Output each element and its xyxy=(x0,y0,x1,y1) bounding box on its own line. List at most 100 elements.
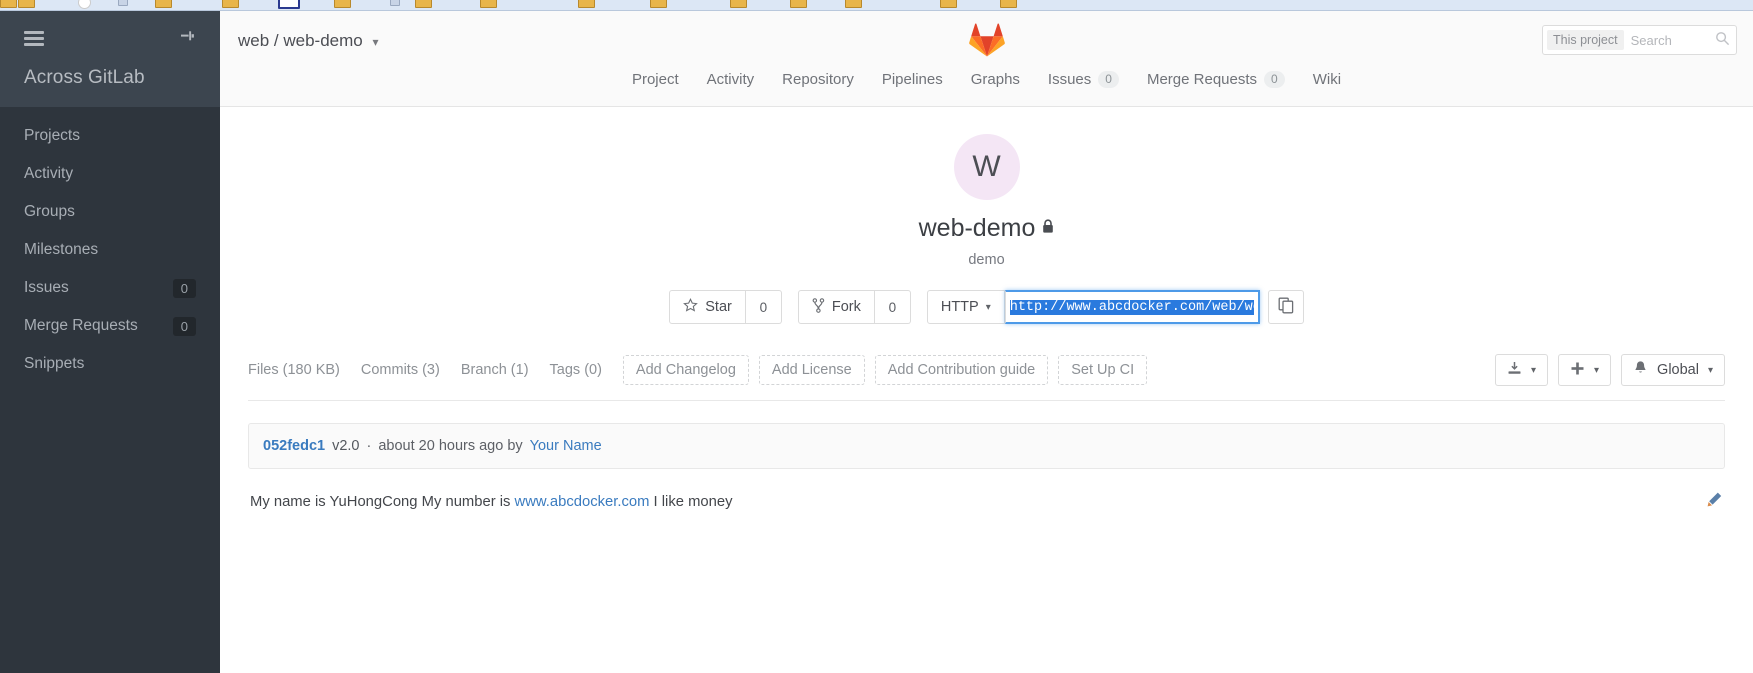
hamburger-icon[interactable] xyxy=(24,31,44,46)
toolbar-right-actions: ▾ ▾ Global ▾ xyxy=(1494,354,1725,386)
search-input[interactable] xyxy=(1623,31,1715,49)
bookmark-folder-icon[interactable] xyxy=(940,0,957,8)
bookmark-folder-icon[interactable] xyxy=(18,0,35,8)
main-content: web / web-demo ▾ Project Activity Reposi… xyxy=(220,11,1753,673)
add-changelog-button[interactable]: Add Changelog xyxy=(622,355,749,385)
bookmark-folder-icon[interactable] xyxy=(650,0,667,8)
sidebar-item-milestones[interactable]: Milestones xyxy=(0,231,220,269)
tab-label: Pipelines xyxy=(881,71,943,89)
search-scope-badge[interactable]: This project xyxy=(1547,30,1624,50)
chevron-down-icon: ▾ xyxy=(372,35,379,49)
chevron-down-icon: ▾ xyxy=(1530,364,1537,376)
bookmark-tab-icon[interactable] xyxy=(118,0,128,6)
fork-count: 0 xyxy=(874,290,911,324)
stat-commits[interactable]: Commits (3) xyxy=(361,362,453,378)
bookmark-folder-icon[interactable] xyxy=(1000,0,1017,8)
bookmark-folder-icon[interactable] xyxy=(578,0,595,8)
add-dropdown[interactable]: ▾ xyxy=(1558,354,1612,386)
pencil-icon[interactable] xyxy=(1694,491,1723,513)
notification-dropdown[interactable]: Global ▾ xyxy=(1621,354,1725,386)
commit-message: v2.0 xyxy=(332,438,360,454)
bookmark-folder-icon[interactable] xyxy=(730,0,747,8)
clone-protocol-label: HTTP xyxy=(940,299,979,315)
bookmark-folder-icon[interactable] xyxy=(334,0,351,8)
add-license-button[interactable]: Add License xyxy=(758,355,865,385)
tab-merge-requests[interactable]: Merge Requests 0 xyxy=(1133,71,1299,89)
bookmark-folder-icon[interactable] xyxy=(845,0,862,8)
gitlab-logo-icon[interactable] xyxy=(967,20,1007,58)
project-avatar: W xyxy=(953,134,1020,200)
tab-issues[interactable]: Issues 0 xyxy=(1034,71,1133,89)
chevron-down-icon: ▾ xyxy=(1707,364,1713,376)
project-name: web-demo xyxy=(918,214,1036,242)
readme-text-before: My name is YuHongCong My number is xyxy=(250,494,515,510)
sidebar-item-label: Projects xyxy=(24,127,80,144)
fork-label: Fork xyxy=(831,299,861,315)
tab-label: Merge Requests xyxy=(1146,71,1258,89)
bookmark-folder-icon[interactable] xyxy=(480,0,497,8)
bookmark-circle-icon[interactable] xyxy=(78,0,91,9)
bookmark-folder-icon[interactable] xyxy=(790,0,807,8)
tab-repository[interactable]: Repository xyxy=(768,71,868,88)
stat-branches[interactable]: Branch (1) xyxy=(461,362,542,378)
project-nav-tabs: Project Activity Repository Pipelines Gr… xyxy=(220,71,1753,89)
sidebar-title: Across GitLab xyxy=(24,67,145,88)
star-button[interactable]: Star xyxy=(669,290,746,324)
fork-button[interactable]: Fork xyxy=(797,290,875,324)
sidebar-item-issues[interactable]: Issues 0 xyxy=(0,269,220,307)
readme-text: My name is YuHongCong My number is www.a… xyxy=(250,491,1694,514)
breadcrumb[interactable]: web / web-demo ▾ xyxy=(238,31,379,51)
clone-url-input[interactable] xyxy=(1004,290,1260,324)
bookmark-folder-icon[interactable] xyxy=(0,0,17,8)
copy-url-button[interactable] xyxy=(1267,290,1304,324)
sidebar-item-label: Milestones xyxy=(24,241,99,258)
bookmark-folder-icon[interactable] xyxy=(155,0,172,8)
plus-icon xyxy=(1570,361,1585,380)
tab-activity[interactable]: Activity xyxy=(693,71,769,88)
search-icon[interactable] xyxy=(1715,31,1730,50)
add-contribution-guide-button[interactable]: Add Contribution guide xyxy=(874,355,1049,385)
star-label: Star xyxy=(705,299,732,315)
pin-icon[interactable] xyxy=(178,28,196,49)
bell-icon xyxy=(1633,360,1648,380)
bookmark-folder-icon[interactable] xyxy=(415,0,432,8)
tab-graphs[interactable]: Graphs xyxy=(957,71,1034,88)
copy-icon xyxy=(1278,297,1294,318)
commit-author-link[interactable]: Your Name xyxy=(530,438,602,454)
sidebar-top-row xyxy=(0,11,220,49)
sidebar-item-label: Activity xyxy=(24,165,74,182)
tab-label: Repository xyxy=(782,71,854,89)
avatar-initial: W xyxy=(972,150,1001,183)
set-up-ci-button[interactable]: Set Up CI xyxy=(1058,355,1148,385)
readme-link[interactable]: www.abcdocker.com xyxy=(515,494,650,510)
sidebar-item-projects[interactable]: Projects xyxy=(0,117,220,155)
tab-badge: 0 xyxy=(1098,71,1119,89)
tab-label: Issues xyxy=(1047,71,1092,89)
sidebar-item-label: Merge Requests xyxy=(24,317,138,334)
clone-protocol-dropdown[interactable]: HTTP ▾ xyxy=(926,290,1005,324)
clone-group: HTTP ▾ xyxy=(926,290,1304,324)
tab-project[interactable]: Project xyxy=(618,71,693,88)
bookmark-folder-icon[interactable] xyxy=(222,0,239,8)
commit-sha-link[interactable]: 052fedc1 xyxy=(263,438,325,454)
tab-label: Activity xyxy=(706,71,755,89)
star-count: 0 xyxy=(745,290,782,324)
sidebar-item-label: Snippets xyxy=(24,355,85,372)
tab-label: Project xyxy=(631,71,679,89)
sidebar-item-activity[interactable]: Activity xyxy=(0,155,220,193)
sidebar-item-merge-requests[interactable]: Merge Requests 0 xyxy=(0,307,220,345)
stat-tags[interactable]: Tags (0) xyxy=(550,362,615,378)
sidebar-item-badge: 0 xyxy=(172,278,196,298)
download-dropdown[interactable]: ▾ xyxy=(1494,354,1549,386)
chevron-down-icon: ▾ xyxy=(985,301,991,313)
tab-wiki[interactable]: Wiki xyxy=(1299,71,1355,88)
bookmark-active-tab-icon[interactable] xyxy=(278,0,300,9)
bookmark-link-icon[interactable] xyxy=(390,0,400,6)
stat-files[interactable]: Files (180 KB) xyxy=(248,362,353,378)
sidebar-item-snippets[interactable]: Snippets xyxy=(0,345,220,383)
search-box[interactable]: This project xyxy=(1542,25,1737,55)
tab-pipelines[interactable]: Pipelines xyxy=(868,71,957,88)
sidebar-item-groups[interactable]: Groups xyxy=(0,193,220,231)
